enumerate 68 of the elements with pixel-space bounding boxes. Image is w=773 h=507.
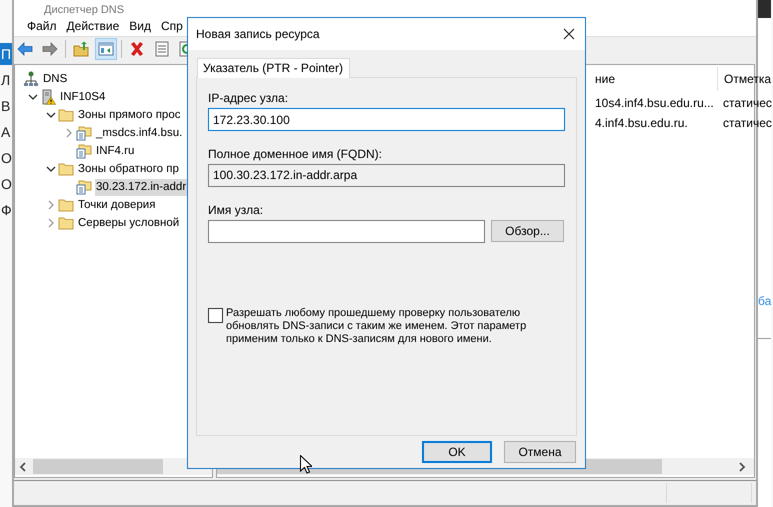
- tree-item[interactable]: INF10S4: [59, 88, 106, 106]
- tree-item[interactable]: DNS: [42, 70, 68, 88]
- folder-up-icon[interactable]: [73, 41, 89, 57]
- scroll-left-icon[interactable]: [19, 462, 27, 472]
- cursor-icon: [300, 455, 312, 474]
- panel-icon[interactable]: [98, 41, 114, 57]
- window-title: Диспетчер DNS: [44, 4, 124, 16]
- table-cell-text: статичес: [722, 95, 772, 111]
- sidebar-item[interactable]: Л: [0, 69, 12, 95]
- zone-file-icon: [76, 179, 92, 195]
- menu-item[interactable]: Действие: [62, 17, 124, 35]
- properties-icon[interactable]: [154, 41, 170, 57]
- input-field[interactable]: 172.23.30.100: [208, 108, 565, 131]
- collapsed-chevron-icon[interactable]: [46, 218, 56, 228]
- sidebar-item[interactable]: Ф: [0, 199, 12, 225]
- back-arrow-icon[interactable]: [17, 41, 33, 57]
- tree-item[interactable]: _msdcs.inf4.bsu.: [95, 124, 184, 142]
- field-label: Имя узла:: [208, 203, 264, 217]
- dns-icon: [23, 71, 39, 87]
- browse-button[interactable]: Обзор...: [491, 220, 564, 242]
- dialog-button[interactable]: OK: [422, 441, 492, 463]
- sidebar-item[interactable]: А: [0, 121, 12, 147]
- tree-item[interactable]: Зоны прямого прос: [77, 106, 182, 124]
- close-icon[interactable]: [563, 28, 575, 40]
- dialog-button[interactable]: Отмена: [504, 441, 576, 463]
- horizontal-scrollbar[interactable]: [15, 458, 212, 475]
- menu-item[interactable]: Файл: [22, 17, 62, 35]
- tree-item[interactable]: 30.23.172.in-addr: [95, 178, 188, 196]
- readonly-field: 100.30.23.172.in-addr.arpa: [208, 164, 565, 187]
- field-label: Полное доменное имя (FQDN):: [208, 147, 383, 161]
- menu-item[interactable]: Спр: [156, 17, 188, 35]
- sidebar-item[interactable]: В: [0, 95, 12, 121]
- sidebar-item[interactable]: П: [0, 43, 12, 65]
- expanded-chevron-icon[interactable]: [28, 92, 38, 102]
- expanded-chevron-icon[interactable]: [46, 110, 56, 120]
- zone-file-icon: [76, 143, 92, 159]
- folder-icon: [58, 161, 74, 177]
- collapsed-chevron-icon[interactable]: [46, 200, 56, 210]
- sidebar-item[interactable]: О: [0, 147, 12, 173]
- expanded-chevron-icon[interactable]: [46, 164, 56, 174]
- delete-icon[interactable]: [129, 41, 145, 57]
- column-header[interactable]: ние: [595, 71, 717, 87]
- table-cell-text: 10s4.inf4.bsu.edu.ru...: [595, 95, 715, 111]
- input-field[interactable]: [208, 220, 485, 243]
- checkbox-label: Разрешать любому прошедшему проверку пользователю обновлять DNS-записи с таким же именем. Этот параметр применим только к DNS-записям для нового имени.: [226, 307, 528, 346]
- zone-file-icon: [76, 125, 92, 141]
- sidebar-item[interactable]: О: [0, 173, 12, 199]
- table-cell-text: статичес: [722, 115, 772, 131]
- folder-icon: [58, 215, 74, 231]
- folder-icon: [58, 107, 74, 123]
- tree-item[interactable]: Серверы условной: [77, 214, 180, 232]
- title-bar: [758, 0, 771, 18]
- menu-item[interactable]: Вид: [124, 17, 156, 35]
- tree-item[interactable]: Зоны обратного пр: [77, 160, 180, 178]
- column-header[interactable]: Отметка: [717, 67, 772, 91]
- scrollbar-thumb[interactable]: [33, 459, 163, 474]
- collapsed-chevron-icon[interactable]: [64, 128, 74, 138]
- table-cell-text: 4.inf4.bsu.edu.ru.: [595, 115, 689, 131]
- folder-icon: [58, 197, 74, 213]
- tree-item[interactable]: Точки доверия: [77, 196, 156, 214]
- scroll-right-icon[interactable]: [738, 462, 746, 472]
- forward-arrow-icon[interactable]: [42, 41, 58, 57]
- field-label: IP-адрес узла:: [208, 91, 290, 105]
- server-warning-icon: [40, 89, 56, 105]
- checkbox[interactable]: [208, 308, 223, 323]
- dialog-title: Новая запись ресурса: [196, 27, 320, 41]
- tab[interactable]: Указатель (PTR - Pointer): [197, 58, 350, 78]
- tree-item[interactable]: INF4.ru: [95, 142, 136, 160]
